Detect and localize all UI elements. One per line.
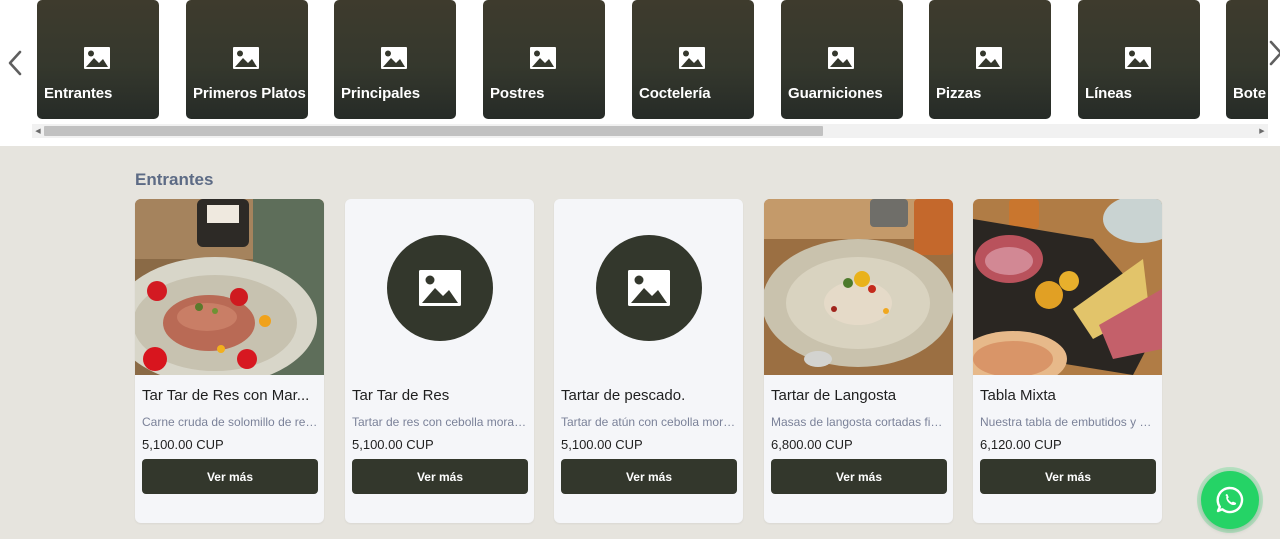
category-scroller[interactable]: Entrantes Primeros Platos Principales Po…	[32, 0, 1268, 124]
view-more-button[interactable]: Ver más	[771, 459, 947, 494]
view-more-button[interactable]: Ver más	[561, 459, 737, 494]
chevron-right-icon[interactable]	[1268, 40, 1280, 86]
category-label: Líneas	[1085, 85, 1132, 102]
category-tile-guarniciones[interactable]: Guarniciones	[781, 0, 903, 119]
product-name: Tar Tar de Res	[352, 387, 450, 404]
image-icon	[679, 47, 705, 69]
category-label: Principales	[341, 85, 420, 102]
product-name: Tartar de pescado.	[561, 387, 686, 404]
category-label: Pizzas	[936, 85, 982, 102]
view-more-button[interactable]: Ver más	[352, 459, 528, 494]
product-description: Nuestra tabla de embutidos y q...	[980, 415, 1156, 429]
product-description: Masas de langosta cortadas fin...	[771, 415, 947, 429]
product-price: 5,100.00 CUP	[561, 437, 643, 452]
image-icon	[84, 47, 110, 69]
product-photo	[135, 199, 324, 375]
image-icon	[596, 235, 702, 341]
product-image-placeholder	[554, 199, 743, 375]
product-card[interactable]: Tar Tar de Res Tartar de res con cebolla…	[345, 199, 534, 523]
horizontal-scrollbar[interactable]: ◀ ▶	[32, 124, 1268, 138]
product-price: 6,120.00 CUP	[980, 437, 1062, 452]
category-tile-bote[interactable]: Bote	[1226, 0, 1268, 119]
category-label: Postres	[490, 85, 545, 102]
category-bar: Entrantes Primeros Platos Principales Po…	[0, 0, 1280, 146]
image-icon	[530, 47, 556, 69]
product-card[interactable]: Tartar de Langosta Masas de langosta cor…	[764, 199, 953, 523]
product-description: Tartar de res con cebolla morad...	[352, 415, 528, 429]
product-card[interactable]: Tabla Mixta Nuestra tabla de embutidos y…	[973, 199, 1162, 523]
image-icon	[381, 47, 407, 69]
product-description: Carne cruda de solomillo de res...	[142, 415, 318, 429]
image-icon	[387, 235, 493, 341]
image-icon	[233, 47, 259, 69]
scroll-right-arrow-icon[interactable]: ▶	[1256, 124, 1268, 138]
view-more-button[interactable]: Ver más	[142, 459, 318, 494]
product-card[interactable]: Tar Tar de Res con Mar... Carne cruda de…	[135, 199, 324, 523]
product-name: Tar Tar de Res con Mar...	[142, 387, 310, 404]
section-title: Entrantes	[135, 170, 214, 189]
whatsapp-chat-button[interactable]	[1201, 471, 1259, 529]
product-card[interactable]: Tartar de pescado. Tartar de atún con ce…	[554, 199, 743, 523]
product-description: Tartar de atún con cebolla mora...	[561, 415, 737, 429]
chevron-left-icon[interactable]	[0, 40, 30, 86]
whatsapp-icon	[1216, 486, 1244, 514]
product-photo	[764, 199, 953, 375]
category-label: Coctelería	[639, 85, 711, 102]
image-icon	[1125, 47, 1151, 69]
category-tile-pizzas[interactable]: Pizzas	[929, 0, 1051, 119]
category-label: Entrantes	[44, 85, 113, 102]
category-tile-cocteleria[interactable]: Coctelería	[632, 0, 754, 119]
view-more-button[interactable]: Ver más	[980, 459, 1156, 494]
category-tile-primeros-platos[interactable]: Primeros Platos	[186, 0, 308, 119]
product-photo	[973, 199, 1162, 375]
category-tile-postres[interactable]: Postres	[483, 0, 605, 119]
product-image-placeholder	[345, 199, 534, 375]
product-price: 6,800.00 CUP	[771, 437, 853, 452]
category-label: Bote	[1233, 85, 1266, 102]
scrollbar-thumb[interactable]	[44, 126, 823, 136]
scroll-left-arrow-icon[interactable]: ◀	[32, 124, 44, 138]
category-label: Primeros Platos	[193, 85, 306, 102]
category-tile-lineas[interactable]: Líneas	[1078, 0, 1200, 119]
image-icon	[828, 47, 854, 69]
category-tile-entrantes[interactable]: Entrantes	[37, 0, 159, 119]
category-label: Guarniciones	[788, 85, 883, 102]
product-name: Tartar de Langosta	[771, 387, 897, 404]
product-price: 5,100.00 CUP	[142, 437, 224, 452]
product-name: Tabla Mixta	[980, 387, 1056, 404]
product-price: 5,100.00 CUP	[352, 437, 434, 452]
category-tile-principales[interactable]: Principales	[334, 0, 456, 119]
image-icon	[976, 47, 1002, 69]
